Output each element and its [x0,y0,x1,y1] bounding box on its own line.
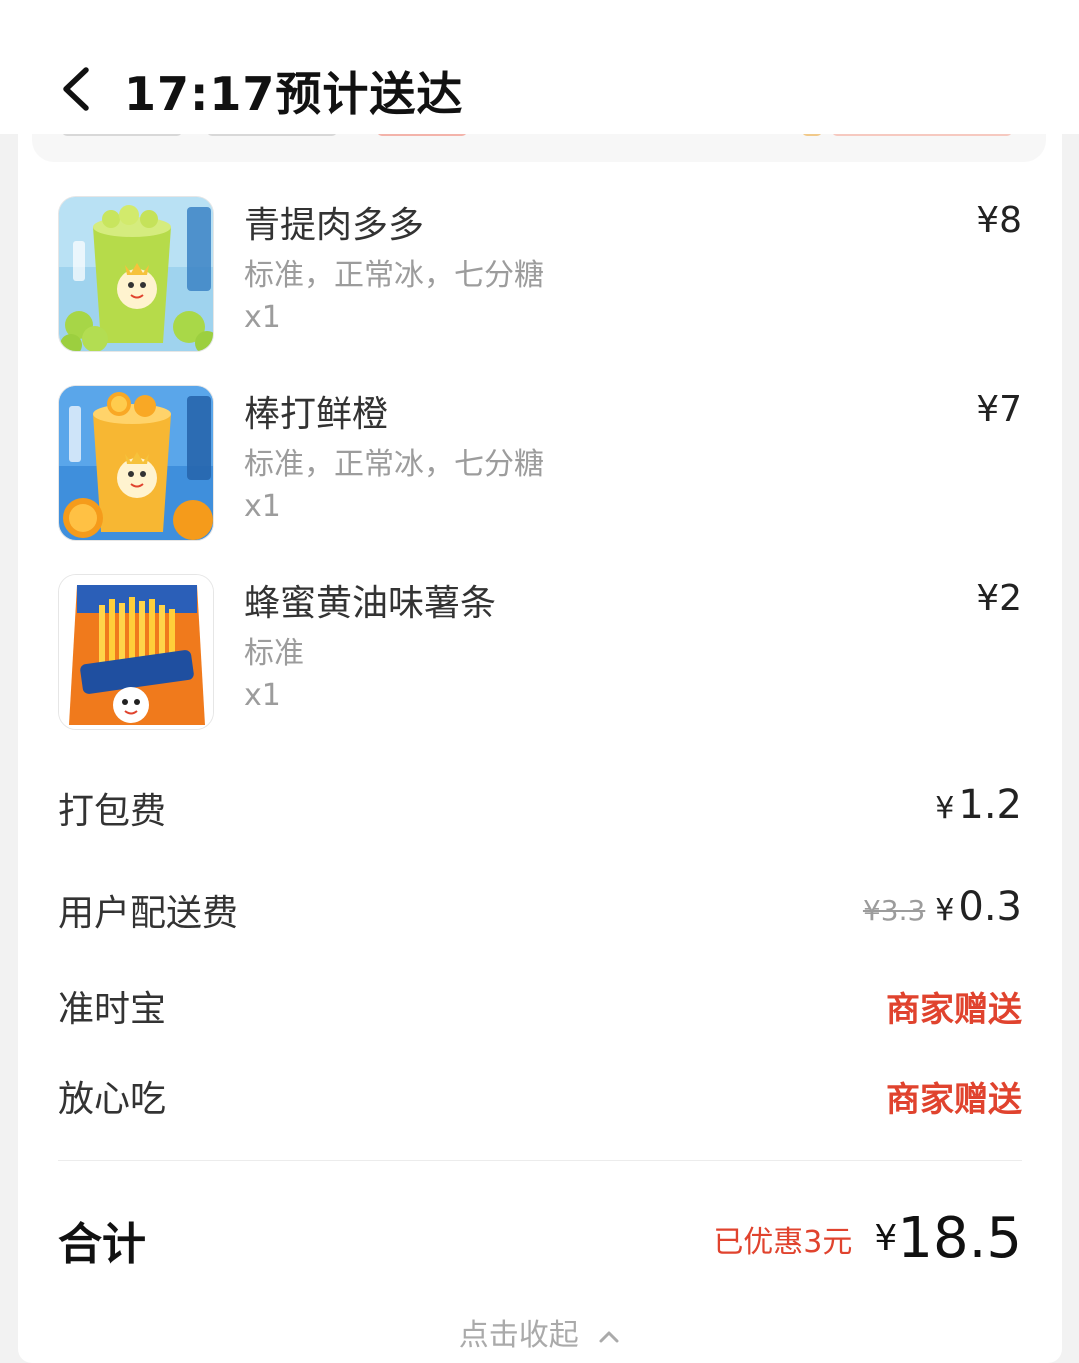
divider [58,1160,1022,1161]
item-price: ¥7 [976,389,1022,430]
order-item[interactable]: 蜂蜜黄油味薯条 标准 x1 ¥2 [58,574,1022,732]
item-name: 青提肉多多 [244,205,425,246]
product-image-orange [58,385,214,541]
ontime-guarantee-label: 准时宝 [58,989,167,1030]
item-spec: 标准，正常冰，七分糖 [244,447,544,482]
item-price: ¥8 [976,200,1022,241]
item-quantity: x1 [244,678,281,713]
item-quantity: x1 [244,489,281,524]
packing-fee-value: ¥1.2 [935,782,1022,828]
order-item[interactable]: 青提肉多多 标准，正常冰，七分糖 x1 ¥8 [58,196,1022,354]
product-image-green-grape [58,196,214,352]
item-name: 蜂蜜黄油味薯条 [244,583,497,624]
item-quantity: x1 [244,300,281,335]
page-title: 17:17预计送达 [124,67,464,121]
delivery-fee-amount: 0.3 [958,884,1022,930]
food-assurance-label: 放心吃 [58,1079,167,1120]
currency-symbol: ¥ [935,791,955,826]
collapse-button[interactable]: 点击收起 [0,1310,1079,1354]
item-price: ¥2 [976,578,1022,619]
delivery-fee-label: 用户配送费 [58,893,239,934]
currency-symbol: ¥ [874,1218,898,1259]
collapse-label: 点击收起 [458,1318,579,1353]
packing-fee-label: 打包费 [58,791,167,832]
item-spec: 标准 [244,636,304,671]
currency-symbol: ¥ [935,893,955,928]
order-item[interactable]: 棒打鲜橙 标准，正常冰，七分糖 x1 ¥7 [58,385,1022,543]
delivery-fee-value: ¥3.3 ¥0.3 [863,884,1022,930]
back-arrow-icon[interactable] [56,62,100,116]
total-amount-group: 已优惠3元 ¥18.5 [713,1206,1022,1271]
total-label: 合计 [58,1219,146,1270]
original-delivery-fee: ¥3.3 [862,894,926,927]
item-name: 棒打鲜橙 [244,394,389,435]
food-assurance-value: 商家赠送 [886,1080,1022,1120]
total-amount: 18.5 [897,1206,1022,1271]
packing-fee-amount: 1.2 [958,782,1022,828]
chevron-up-icon [599,1331,619,1342]
page-header: 17:17预计送达 [0,0,1079,134]
discount-text: 已优惠3元 [713,1224,853,1260]
item-spec: 标准，正常冰，七分糖 [244,258,544,293]
product-image-fries [58,574,214,730]
ontime-guarantee-value: 商家赠送 [886,990,1022,1030]
